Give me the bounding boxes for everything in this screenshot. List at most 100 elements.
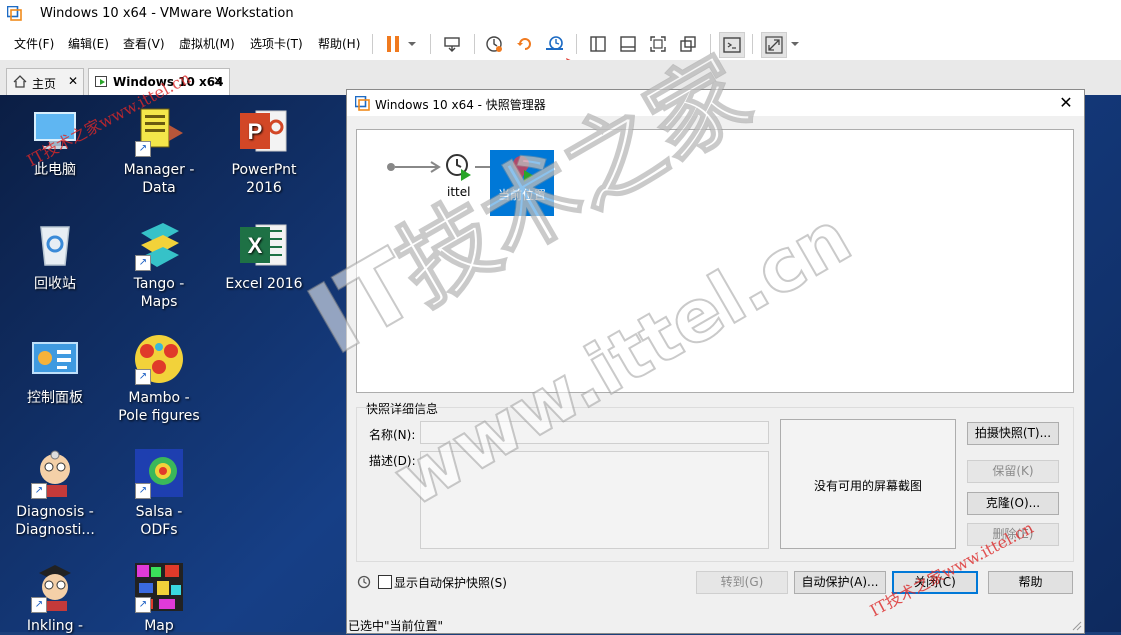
screenshot-preview: 没有可用的屏幕截图 xyxy=(780,419,956,549)
no-screenshot-text: 没有可用的屏幕截图 xyxy=(813,479,922,493)
desktop-icon-label: Mambo - Pole figures xyxy=(118,390,200,424)
shortcut-arrow-icon: ↗ xyxy=(31,483,47,499)
goto-button[interactable]: 转到(G) xyxy=(696,571,788,594)
vmware-logo-icon xyxy=(7,6,22,21)
menu-tabs[interactable]: 选项卡(T) xyxy=(250,35,303,52)
menu-vm[interactable]: 虚拟机(M) xyxy=(179,35,235,52)
menu-help[interactable]: 帮助(H) xyxy=(318,35,360,52)
vmware-logo-icon xyxy=(355,96,370,111)
snapshot-description-field[interactable] xyxy=(420,451,769,549)
svg-text:P: P xyxy=(248,119,263,144)
autoprotect-clock-icon xyxy=(357,575,371,589)
desktop-icon-label: Excel 2016 xyxy=(225,276,303,292)
desktop-icon-label: Map xyxy=(144,618,174,634)
current-position-node[interactable]: 当前位置 xyxy=(490,150,554,216)
desktop-icon-label: 控制面板 xyxy=(27,390,83,406)
tab-home[interactable]: 主页 ✕ xyxy=(6,68,84,95)
take-snapshot-button[interactable]: 拍摄快照(T)... xyxy=(967,422,1059,445)
send-ctrl-alt-del-icon[interactable] xyxy=(440,32,464,56)
desktop-icon-powerpoint[interactable]: P PowerPnt 2016 xyxy=(214,105,314,197)
snapshot-tree[interactable]: ittel 当前位置 xyxy=(356,129,1074,393)
desktop-icon-label: Tango - Maps xyxy=(133,276,185,310)
menu-view[interactable]: 查看(V) xyxy=(123,35,165,52)
close-icon[interactable]: ✕ xyxy=(68,74,78,88)
desktop-icon-mambo[interactable]: ↗ Mambo - Pole figures xyxy=(109,333,209,425)
autoprotect-button[interactable]: 自动保护(A)... xyxy=(794,571,886,594)
menu-file[interactable]: 文件(F) xyxy=(14,35,54,52)
toolbar-separator xyxy=(372,34,373,54)
desktop-icon-diagnosis[interactable]: ↗ Diagnosis - Diagnosti... xyxy=(5,447,105,539)
desktop-icon-tango-maps[interactable]: ↗ Tango - Maps xyxy=(109,219,209,311)
delete-button[interactable]: 删除(E) xyxy=(967,523,1059,546)
show-autoprotect-checkbox[interactable] xyxy=(378,575,392,589)
recycle-bin-icon xyxy=(40,226,70,266)
tab-label: Windows 10 x64 xyxy=(113,75,224,89)
chevron-down-icon[interactable] xyxy=(405,32,419,56)
desktop-icon-label: PowerPnt 2016 xyxy=(231,162,297,196)
close-icon[interactable]: ✕ xyxy=(213,74,223,88)
snapshot-node-label[interactable]: ittel xyxy=(447,185,470,199)
close-icon[interactable]: ✕ xyxy=(1056,93,1076,113)
window-title: Windows 10 x64 - VMware Workstation xyxy=(40,6,294,21)
tab-label: 主页 xyxy=(32,77,57,91)
desktop-icon-manager-data[interactable]: ↗ Manager - Data xyxy=(109,105,209,197)
toolbar-separator xyxy=(710,34,711,54)
toolbar-separator xyxy=(474,34,475,54)
control-panel-icon xyxy=(32,342,78,374)
toolbar-separator xyxy=(430,34,431,54)
close-button[interactable]: 关闭(C) xyxy=(892,571,978,594)
full-screen-icon[interactable] xyxy=(646,32,670,56)
desktop-icon-excel[interactable]: X Excel 2016 xyxy=(214,219,314,293)
revert-snapshot-icon[interactable] xyxy=(513,32,537,56)
stretch-guest-icon[interactable] xyxy=(761,32,787,58)
unity-icon[interactable] xyxy=(676,32,700,56)
shortcut-arrow-icon: ↗ xyxy=(135,369,151,385)
dialog-title: Windows 10 x64 - 快照管理器 xyxy=(375,98,546,112)
desktop-icon-inkling[interactable]: ↗ Inkling - xyxy=(5,561,105,635)
menu-edit[interactable]: 编辑(E) xyxy=(68,35,109,52)
shortcut-arrow-icon: ↗ xyxy=(135,483,151,499)
svg-text:X: X xyxy=(248,233,263,258)
this-pc-icon xyxy=(34,112,76,149)
show-autoprotect-label[interactable]: 显示自动保护快照(S) xyxy=(394,574,507,591)
status-text: 已选中"当前位置" xyxy=(348,619,444,633)
desktop-icon-label: 回收站 xyxy=(34,276,76,292)
excel-icon: X xyxy=(240,224,287,266)
chevron-down-icon[interactable] xyxy=(788,32,802,56)
help-button[interactable]: 帮助 xyxy=(988,571,1073,594)
name-label: 名称(N): xyxy=(369,428,416,442)
home-icon xyxy=(13,75,27,88)
shortcut-arrow-icon: ↗ xyxy=(135,255,151,271)
dialog-title-bar: Windows 10 x64 - 快照管理器 ✕ xyxy=(347,90,1084,116)
desktop-icon-label: Diagnosis - Diagnosti... xyxy=(15,504,95,538)
toolbar-separator xyxy=(576,34,577,54)
shortcut-arrow-icon: ↗ xyxy=(31,597,47,613)
location-pin-icon xyxy=(513,156,534,182)
desktop-icon-label: Salsa - ODFs xyxy=(135,504,183,538)
keep-button[interactable]: 保留(K) xyxy=(967,460,1059,483)
current-node-label: 当前位置 xyxy=(498,188,547,202)
powerpoint-icon: P xyxy=(240,110,287,152)
title-bar: Windows 10 x64 - VMware Workstation xyxy=(0,0,1121,28)
clone-button[interactable]: 克隆(O)... xyxy=(967,492,1059,515)
desktop-icon-label: Manager - Data xyxy=(123,162,195,196)
desktop-icon-control-panel[interactable]: 控制面板 xyxy=(5,333,105,407)
console-view-icon[interactable] xyxy=(719,32,745,58)
snapshot-name-field[interactable] xyxy=(420,421,769,444)
shortcut-arrow-icon: ↗ xyxy=(135,597,151,613)
resize-grip-icon[interactable] xyxy=(1072,621,1082,631)
pause-icon[interactable] xyxy=(381,32,405,56)
snapshot-clock-icon[interactable] xyxy=(445,153,473,181)
toolbar-separator xyxy=(752,34,753,54)
description-label: 描述(D): xyxy=(369,454,416,468)
desktop-icon-recycle-bin[interactable]: 回收站 xyxy=(5,219,105,293)
status-bar: 已选中"当前位置" xyxy=(347,614,1084,633)
desktop-icon-map[interactable]: ↗ Map xyxy=(109,561,209,635)
desktop-icon-label: Inkling - xyxy=(26,618,84,634)
vm-running-icon xyxy=(95,76,107,87)
desktop-icon-salsa[interactable]: ↗ Salsa - ODFs xyxy=(109,447,209,539)
desktop-icon-this-pc[interactable]: 此电脑 xyxy=(5,105,105,179)
tab-vm[interactable]: Windows 10 x64 ✕ xyxy=(88,68,230,95)
snapshot-manager-dialog: Windows 10 x64 - 快照管理器 ✕ ittel 当前位置 快照详细 xyxy=(346,89,1085,634)
take-snapshot-icon[interactable] xyxy=(482,32,506,56)
